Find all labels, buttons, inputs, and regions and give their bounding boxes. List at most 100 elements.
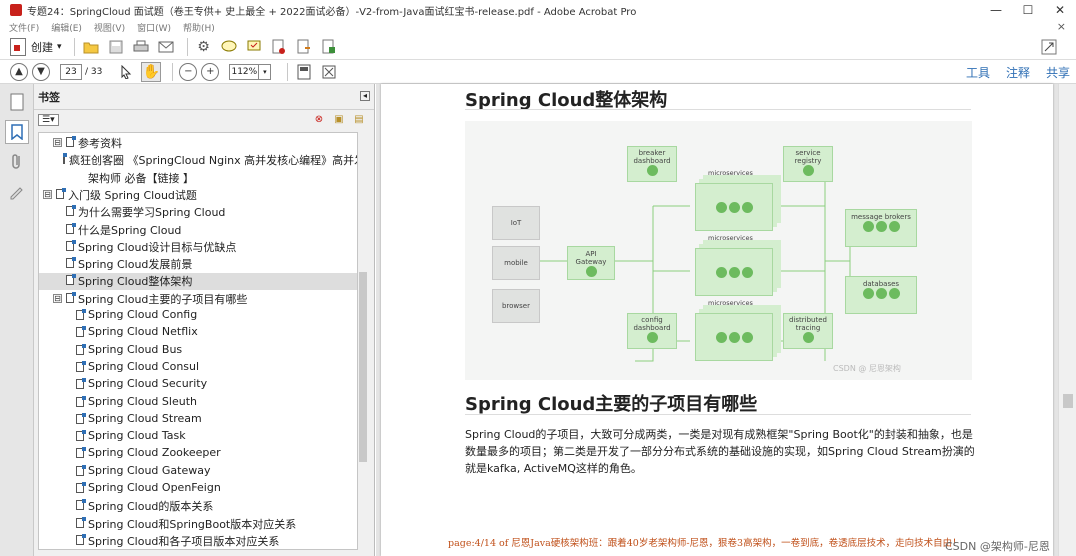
page-number-input[interactable]: 23	[60, 63, 82, 80]
document-scrollbar-thumb[interactable]	[1063, 394, 1073, 408]
menu-window[interactable]: 窗口(W)	[137, 21, 171, 34]
bookmark-item[interactable]: Spring Cloud Task	[39, 429, 357, 446]
share-link[interactable]: 共享	[1046, 64, 1070, 81]
comment-icon[interactable]	[219, 37, 239, 57]
print-icon[interactable]	[131, 37, 151, 57]
service-registry-box: service registry	[783, 146, 833, 182]
previous-page-button[interactable]: ▲	[10, 62, 28, 81]
open-folder-icon[interactable]	[81, 37, 101, 57]
bookmark-item[interactable]: Spring Cloud Zookeeper	[39, 446, 357, 463]
tools-link[interactable]: 工具	[966, 64, 990, 81]
bookmark-item[interactable]: Spring Cloud和SpringBoot版本对应关系	[39, 516, 357, 533]
signatures-icon[interactable]	[5, 180, 29, 204]
secure-icon[interactable]	[319, 37, 339, 57]
bookmark-page-icon	[56, 187, 66, 199]
microservices-label-3: microservices	[708, 299, 753, 307]
create-button[interactable]: 创建 ▾	[10, 38, 62, 56]
zoom-out-button[interactable]: −	[179, 62, 198, 81]
menu-edit[interactable]: 编辑(E)	[51, 21, 82, 34]
zoom-level-input[interactable]: 112%	[229, 63, 260, 80]
subprojects-paragraph: Spring Cloud的子项目，大致可分成两类，一类是对现有成熟框架"Spri…	[465, 428, 975, 475]
menu-view[interactable]: 视图(V)	[94, 21, 125, 34]
sign-icon[interactable]	[269, 37, 289, 57]
gear-icon[interactable]: ⚙	[194, 37, 214, 57]
bookmark-options-button[interactable]: ☰▾	[38, 114, 59, 126]
close-document-button[interactable]: ×	[1057, 20, 1066, 33]
document-scrollbar[interactable]	[1058, 84, 1076, 556]
collapse-panel-button[interactable]: ◂	[360, 91, 370, 101]
bookmark-item[interactable]: 架构师 必备【链接 】	[39, 170, 357, 187]
bookmark-item[interactable]: 什么是Spring Cloud	[39, 222, 357, 239]
bookmark-label: 什么是Spring Cloud	[78, 223, 182, 237]
email-icon[interactable]	[156, 37, 176, 57]
page-total: / 33	[85, 66, 103, 77]
bookmark-item[interactable]: Spring Cloud设计目标与优缺点	[39, 239, 357, 256]
expand-toggle-icon[interactable]: ⊟	[53, 293, 62, 303]
export-icon[interactable]	[294, 37, 314, 57]
fit-width-icon[interactable]	[319, 62, 339, 82]
bookmark-item[interactable]: Spring Cloud Config	[39, 308, 357, 325]
new-bookmark-icon[interactable]: ▣	[332, 113, 346, 127]
bookmark-page-icon	[76, 430, 86, 442]
comment-link[interactable]: 注释	[1006, 64, 1030, 81]
bookmarks-panel: 书签 ◂ ☰▾ ⊗ ▣ ▤ ⊟ 参考资料 疯狂创客圈 《SpringCloud Ng…	[34, 84, 375, 556]
bookmark-page-icon	[76, 464, 86, 476]
api-gateway-box: API Gateway	[567, 246, 615, 280]
navigation-toolbar: ▲ ▼ 23 / 33 ✋ − + 112% ▾ 工具 注释 共享	[0, 60, 1076, 84]
expand-toggle-icon[interactable]: ⊟	[53, 138, 62, 147]
zoom-in-button[interactable]: +	[201, 62, 220, 81]
bookmark-item[interactable]: Spring Cloud OpenFeign	[39, 481, 357, 498]
bookmark-item[interactable]: Spring Cloud整体架构	[39, 273, 357, 291]
stamp-icon[interactable]	[244, 37, 264, 57]
attachments-icon[interactable]	[5, 150, 29, 174]
bookmark-label: Spring Cloud Netflix	[88, 325, 198, 339]
create-pdf-icon	[10, 38, 26, 56]
bookmark-item[interactable]: Spring Cloud Security	[39, 377, 357, 394]
bookmark-item[interactable]: Spring Cloud的版本关系	[39, 498, 357, 515]
hand-tool-icon[interactable]: ✋	[141, 61, 162, 82]
bookmark-item[interactable]: Spring Cloud Bus	[39, 343, 357, 360]
delete-bookmark-icon[interactable]: ⊗	[312, 113, 326, 127]
menu-file[interactable]: 文件(F)	[9, 21, 39, 34]
bookmark-item[interactable]: 疯狂创客圈 《SpringCloud Nginx 高并发核心编程》高并发	[39, 152, 357, 169]
bookmark-item[interactable]: Spring Cloud Stream	[39, 412, 357, 429]
bookmarks-tree[interactable]: ⊟ 参考资料 疯狂创客圈 《SpringCloud Nginx 高并发核心编程》高并…	[38, 132, 358, 550]
minimize-button[interactable]: —	[980, 0, 1012, 20]
bookmark-page-icon	[66, 239, 76, 251]
save-icon[interactable]	[106, 37, 126, 57]
select-cursor-icon[interactable]	[116, 62, 136, 82]
browser-client-box: browser	[492, 289, 540, 323]
expand-view-icon[interactable]	[1039, 37, 1059, 57]
scrollbar-thumb[interactable]	[359, 272, 367, 462]
bookmark-page-icon	[76, 360, 86, 372]
bookmark-item[interactable]: ⊟ Spring Cloud主要的子项目有哪些	[39, 291, 357, 308]
bookmarks-icon[interactable]	[4, 120, 29, 144]
toolbar-separator	[73, 38, 75, 56]
toolbar-separator	[172, 62, 174, 81]
bookmark-label: Spring Cloud设计目标与优缺点	[78, 240, 237, 254]
bookmark-item[interactable]: ⊟ 入门级 Spring Cloud试题	[39, 187, 357, 204]
tag-bookmark-icon[interactable]: ▤	[352, 113, 366, 127]
page-thumbnails-icon[interactable]	[5, 90, 29, 114]
bookmark-item[interactable]: Spring Cloud Netflix	[39, 325, 357, 342]
bookmark-item[interactable]: Spring Cloud Gateway	[39, 464, 357, 481]
expand-toggle-icon[interactable]: ⊟	[43, 189, 52, 199]
microservices-label-1: microservices	[708, 169, 753, 177]
fit-page-icon[interactable]	[294, 62, 314, 82]
document-view[interactable]: Spring Cloud整体架构 IoT mobile browser API …	[376, 84, 1066, 556]
menu-help[interactable]: 帮助(H)	[183, 21, 215, 34]
bookmarks-header: 书签 ◂	[34, 84, 374, 110]
bookmark-item[interactable]: Spring Cloud Sleuth	[39, 395, 357, 412]
close-button[interactable]: ✕	[1044, 0, 1076, 20]
bookmark-item[interactable]: Spring Cloud Consul	[39, 360, 357, 377]
zoom-dropdown-button[interactable]: ▾	[259, 63, 272, 80]
microservices-label-2: microservices	[708, 234, 753, 242]
bookmark-item[interactable]: Spring Cloud发展前景	[39, 256, 357, 273]
bookmark-item[interactable]: 为什么需要学习Spring Cloud	[39, 204, 357, 221]
maximize-button[interactable]: ☐	[1012, 0, 1044, 20]
bookmark-item[interactable]: ⊟ 参考资料	[39, 135, 357, 152]
next-page-button[interactable]: ▼	[32, 62, 50, 81]
bookmarks-scrollbar[interactable]	[358, 132, 368, 550]
microservices-group-1	[695, 183, 773, 231]
bookmark-item[interactable]: Spring Cloud和各子项目版本对应关系	[39, 533, 357, 549]
